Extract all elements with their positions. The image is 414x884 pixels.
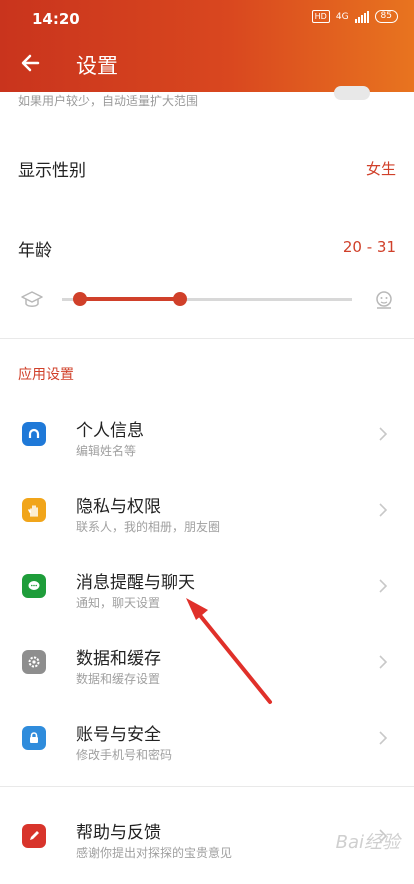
chevron-right-icon (379, 503, 388, 517)
age-slider-min-thumb[interactable] (73, 292, 87, 306)
annotation-arrow (186, 598, 272, 704)
back-arrow-icon[interactable] (18, 50, 44, 76)
graduation-cap-icon (21, 291, 43, 307)
status-icons: HD 4G 85 (311, 10, 398, 23)
item-subtitle: 通知，聊天设置 (76, 596, 161, 610)
chevron-right-icon (379, 655, 388, 669)
watermark: Bai经验 (335, 832, 400, 853)
gear-icon (22, 650, 46, 674)
top-bar: 14:20 HD 4G 85 设置 (0, 0, 414, 92)
auto-expand-hint: 如果用户较少，自动适量扩大范围 (18, 94, 199, 108)
gender-setting-row[interactable]: 显示性别 女生 (0, 150, 414, 190)
page-title: 设置 (76, 54, 118, 78)
age-value: 20 - 31 (342, 238, 396, 256)
item-subtitle: 感谢你提出对探探的宝贵意见 (76, 846, 233, 860)
chevron-right-icon (379, 427, 388, 441)
privacy-permission-item[interactable]: 隐私与权限 联系人，我的相册，朋友圈 (0, 488, 414, 558)
age-slider-range (80, 297, 180, 301)
status-time: 14:20 (32, 10, 80, 28)
battery-icon: 85 (374, 10, 398, 23)
gender-label: 显示性别 (18, 161, 86, 181)
pencil-icon (22, 824, 46, 848)
item-title: 消息提醒与聊天 (76, 573, 195, 593)
elder-face-icon (376, 291, 392, 309)
lock-icon (22, 726, 46, 750)
hand-icon (22, 498, 46, 522)
personal-info-icon (22, 422, 46, 446)
personal-info-item[interactable]: 个人信息 编辑姓名等 (0, 412, 414, 482)
item-title: 数据和缓存 (76, 649, 161, 669)
item-title: 账号与安全 (76, 725, 161, 745)
item-subtitle: 数据和缓存设置 (76, 672, 161, 686)
auto-expand-toggle[interactable] (334, 86, 370, 100)
hd-icon: HD (311, 10, 330, 23)
section-title: 应用设置 (18, 367, 74, 383)
chevron-right-icon (379, 731, 388, 745)
item-title: 个人信息 (76, 421, 144, 441)
item-title: 帮助与反馈 (76, 823, 161, 843)
age-label: 年龄 (18, 241, 52, 261)
item-subtitle: 修改手机号和密码 (76, 748, 173, 762)
section-divider (0, 786, 414, 787)
item-subtitle: 编辑姓名等 (76, 444, 137, 458)
network-label: 4G (335, 11, 349, 22)
signal-icon (354, 10, 369, 23)
chat-bubble-icon (22, 574, 46, 598)
gender-value: 女生 (365, 160, 396, 178)
section-divider (0, 338, 414, 339)
item-title: 隐私与权限 (76, 497, 161, 517)
age-slider-max-thumb[interactable] (173, 292, 187, 306)
chevron-right-icon (379, 579, 388, 593)
item-subtitle: 联系人，我的相册，朋友圈 (76, 520, 221, 534)
account-security-item[interactable]: 账号与安全 修改手机号和密码 (0, 716, 414, 786)
age-setting-row: 年龄 20 - 31 (0, 232, 414, 272)
